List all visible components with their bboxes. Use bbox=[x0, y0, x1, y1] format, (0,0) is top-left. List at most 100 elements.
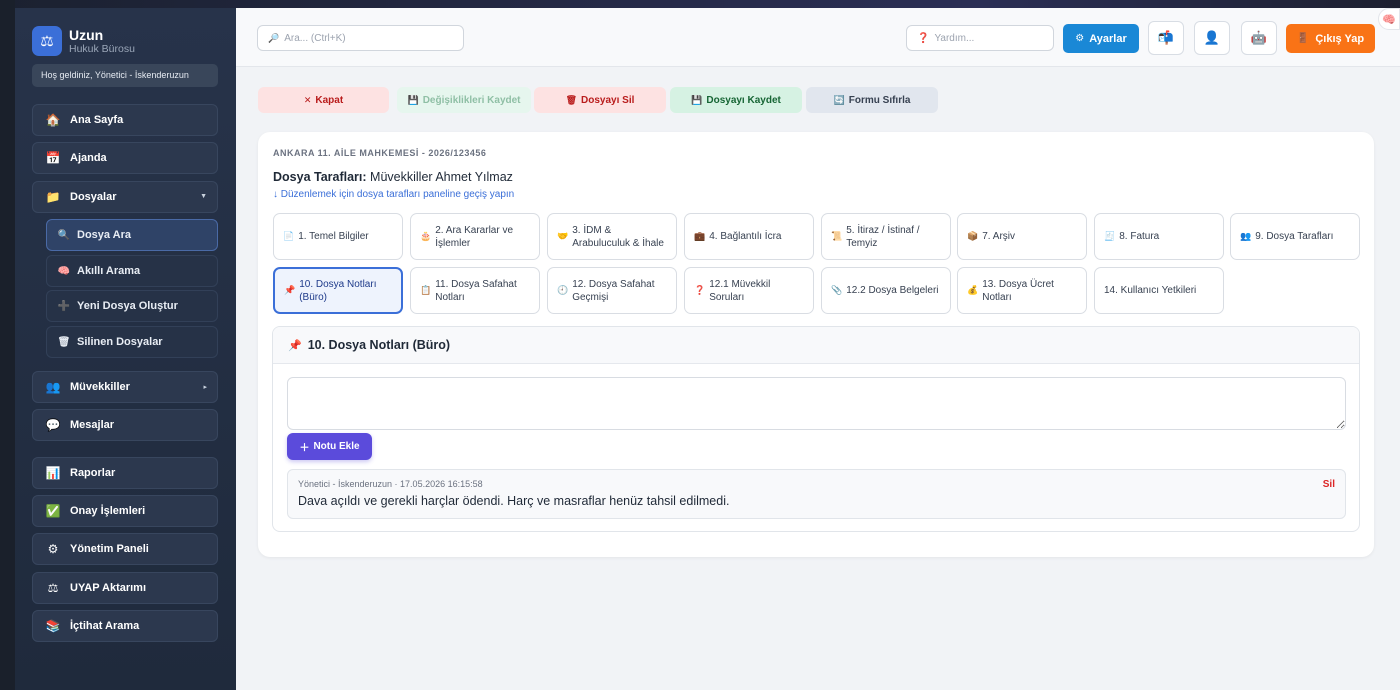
profile-button[interactable]: 👤 bbox=[1194, 21, 1230, 55]
tab-proceeding-notes[interactable]: 📋 11. Dosya Safahat Notları bbox=[410, 267, 540, 314]
tab-file-documents[interactable]: 📎 12.2 Dosya Belgeleri bbox=[821, 267, 951, 314]
tab-label: 4. Bağlantılı İcra bbox=[709, 231, 782, 242]
note-textarea[interactable] bbox=[287, 377, 1346, 430]
help-input[interactable]: ❓ Yardım... bbox=[906, 25, 1054, 51]
scales-icon: ⚖ bbox=[47, 581, 59, 595]
save-changes-button[interactable]: 💾 Değişiklikleri Kaydet bbox=[397, 87, 531, 113]
sidebar-item-label: Silinen Dosyalar bbox=[77, 336, 163, 348]
add-note-button[interactable]: ＋ Notu Ekle bbox=[287, 433, 372, 460]
sidebar-item-label: Onay İşlemleri bbox=[70, 505, 146, 517]
sidebar-item-files[interactable]: 📁 Dosyalar ▼ bbox=[32, 181, 218, 213]
sidebar-item-uyap-transfer[interactable]: ⚖ UYAP Aktarımı bbox=[32, 572, 218, 604]
caret-down-icon: ▼ bbox=[200, 193, 207, 200]
refresh-icon: 🔄 bbox=[833, 94, 845, 105]
sidebar-item-home[interactable]: 🏠 Ana Sayfa bbox=[32, 104, 218, 136]
scroll-icon: 📜 bbox=[831, 231, 843, 241]
sidebar-item-clients[interactable]: 👥 Müvekkiller ▸ bbox=[32, 371, 218, 403]
tab-label: 12.1 Müvekkil Soruları bbox=[709, 278, 771, 303]
sidebar-item-agenda[interactable]: 📅 Ajanda bbox=[32, 142, 218, 174]
clock-icon: 🕘 bbox=[557, 285, 569, 295]
top-strip bbox=[0, 0, 1400, 8]
close-label: Kapat bbox=[315, 94, 344, 106]
user-icon: 👤 bbox=[1203, 30, 1221, 45]
floating-brain-icon[interactable]: 🧠 bbox=[1378, 8, 1400, 30]
save-file-button[interactable]: 💾 Dosyayı Kaydet bbox=[670, 87, 802, 113]
scales-icon: ⚖ bbox=[32, 26, 62, 56]
tab-proceeding-history[interactable]: 🕘 12. Dosya Safahat Geçmişi bbox=[547, 267, 677, 314]
search-placeholder: Ara... (Ctrl+K) bbox=[284, 32, 346, 44]
robot-icon: 🤖 bbox=[1250, 30, 1268, 45]
left-edge bbox=[0, 0, 15, 690]
chat-icon: 💬 bbox=[45, 418, 61, 432]
sidebar-item-label: Ana Sayfa bbox=[70, 114, 124, 126]
note-item: Yönetici - İskenderuzun · 17.05.2026 16:… bbox=[287, 469, 1346, 519]
delete-note-button[interactable]: Sil bbox=[1323, 479, 1335, 490]
bar-chart-icon: 📊 bbox=[45, 466, 61, 480]
cake-icon: 🎂 bbox=[420, 231, 432, 241]
sidebar-item-admin-panel[interactable]: ⚙ Yönetim Paneli bbox=[32, 533, 218, 565]
tab-fee-notes[interactable]: 💰 13. Dosya Ücret Notları bbox=[957, 267, 1087, 314]
caret-right-icon: ▸ bbox=[203, 384, 207, 391]
tab-label: 14. Kullanıcı Yetkileri bbox=[1104, 285, 1197, 296]
sidebar-item-reports[interactable]: 📊 Raporlar bbox=[32, 457, 218, 489]
settings-button[interactable]: ⚙ Ayarlar bbox=[1063, 24, 1139, 53]
sidebar-item-label: Müvekkiller bbox=[70, 381, 130, 393]
users-icon: 👥 bbox=[1240, 231, 1252, 241]
assistant-button[interactable]: 🤖 bbox=[1241, 21, 1277, 55]
sidebar-item-label: Yönetim Paneli bbox=[70, 543, 149, 555]
tab-interim-decisions[interactable]: 🎂 2. Ara Kararlar ve İşlemler bbox=[410, 213, 540, 260]
tab-linked-enforcement[interactable]: 💼 4. Bağlantılı İcra bbox=[684, 213, 814, 260]
edit-parties-link[interactable]: ↓ Düzenlemek için dosya tarafları paneli… bbox=[273, 189, 514, 200]
tab-office-notes[interactable]: 📌 10. Dosya Notları (Büro) bbox=[273, 267, 403, 314]
books-icon: 📚 bbox=[45, 619, 61, 633]
sidebar-item-label: Dosya Ara bbox=[77, 229, 132, 241]
logout-label: Çıkış Yap bbox=[1315, 32, 1365, 45]
floppy-icon: 💾 bbox=[691, 94, 703, 105]
briefcase-icon: 💼 bbox=[694, 231, 706, 241]
tab-mediation[interactable]: 🤝 3. İDM & Arabuluculuk & İhale bbox=[547, 213, 677, 260]
tab-appeal[interactable]: 📜 5. İtiraz / İstinaf / Temyiz bbox=[821, 213, 951, 260]
tab-client-questions[interactable]: ❓ 12.1 Müvekkil Soruları bbox=[684, 267, 814, 314]
folder-icon: 📁 bbox=[45, 190, 61, 204]
tab-user-permissions[interactable]: 14. Kullanıcı Yetkileri bbox=[1094, 267, 1224, 314]
tab-archive[interactable]: 📦 7. Arşiv bbox=[957, 213, 1087, 260]
settings-label: Ayarlar bbox=[1089, 32, 1127, 45]
sidebar-item-messages[interactable]: 💬 Mesajlar bbox=[32, 409, 218, 441]
search-input[interactable]: 🔎 Ara... (Ctrl+K) bbox=[257, 25, 464, 51]
money-bag-icon: 💰 bbox=[967, 285, 979, 295]
tab-label: 8. Fatura bbox=[1119, 231, 1160, 242]
close-button[interactable]: ✕ Kapat bbox=[258, 87, 389, 113]
note-text: Dava açıldı ve gerekli harçlar ödendi. H… bbox=[298, 494, 730, 508]
sidebar: ⚖ Uzun Hukuk Bürosu Hoş geldiniz, Yöneti… bbox=[15, 8, 236, 690]
note-meta: Yönetici - İskenderuzun · 17.05.2026 16:… bbox=[298, 479, 483, 489]
delete-file-label: Dosyayı Sil bbox=[581, 94, 635, 106]
sidebar-subitem-file-search[interactable]: 🔍 Dosya Ara bbox=[46, 219, 218, 251]
sidebar-subitem-deleted-files[interactable]: 🗑 Silinen Dosyalar bbox=[46, 326, 218, 358]
pin-icon: 📌 bbox=[288, 339, 302, 352]
sidebar-subitem-smart-search[interactable]: 🧠 Akıllı Arama bbox=[46, 255, 218, 287]
door-icon: 🚪 bbox=[1296, 33, 1310, 44]
tab-label: 12.2 Dosya Belgeleri bbox=[846, 285, 939, 296]
mailbox-button[interactable]: 📬 bbox=[1148, 21, 1184, 55]
tab-label: 11. Dosya Safahat Notları bbox=[435, 278, 517, 303]
tab-label: 10. Dosya Notları (Büro) bbox=[299, 278, 377, 303]
file-card: ANKARA 11. AİLE MAHKEMESİ - 2026/123456 … bbox=[258, 132, 1374, 557]
sidebar-item-approvals[interactable]: ✅ Onay İşlemleri bbox=[32, 495, 218, 527]
paperclip-icon: 📎 bbox=[831, 285, 843, 295]
logout-button[interactable]: 🚪 Çıkış Yap bbox=[1286, 24, 1375, 53]
tab-label: 7. Arşiv bbox=[982, 231, 1016, 242]
tab-basic-info[interactable]: 📄 1. Temel Bilgiler bbox=[273, 213, 403, 260]
close-icon: ✕ bbox=[303, 94, 312, 105]
sidebar-subitem-new-file[interactable]: ➕ Yeni Dosya Oluştur bbox=[46, 290, 218, 322]
delete-file-button[interactable]: 🗑 Dosyayı Sil bbox=[534, 87, 666, 113]
parties-value: Müvekkiller Ahmet Yılmaz bbox=[370, 170, 513, 184]
tab-file-parties[interactable]: 👥 9. Dosya Tarafları bbox=[1230, 213, 1360, 260]
users-icon: 👥 bbox=[45, 380, 61, 394]
tab-invoice[interactable]: 🧾 8. Fatura bbox=[1094, 213, 1224, 260]
brand[interactable]: ⚖ Uzun Hukuk Bürosu bbox=[32, 26, 135, 56]
sidebar-item-case-law-search[interactable]: 📚 İçtihat Arama bbox=[32, 610, 218, 642]
court-title: ANKARA 11. AİLE MAHKEMESİ - 2026/123456 bbox=[273, 148, 487, 158]
welcome-banner: Hoş geldiniz, Yönetici - İskenderuzun bbox=[32, 64, 218, 87]
reset-form-button[interactable]: 🔄 Formu Sıfırla bbox=[806, 87, 938, 113]
trash-icon: 🗑 bbox=[57, 336, 71, 348]
